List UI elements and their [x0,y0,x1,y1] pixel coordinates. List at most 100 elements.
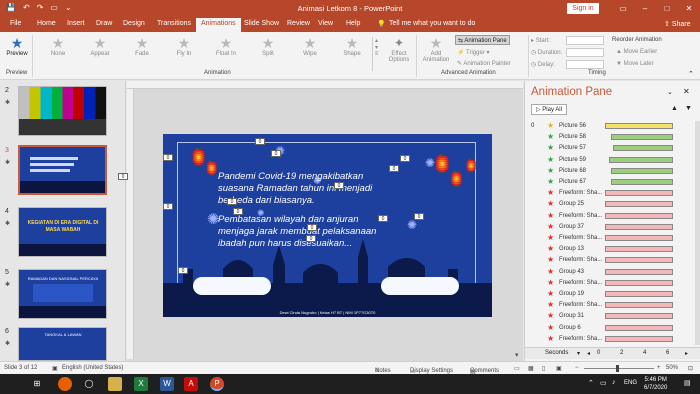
tab-design[interactable]: Design [123,20,145,27]
sign-in-button[interactable]: Sign in [567,3,599,14]
animation-tag[interactable]: 0 [163,154,173,161]
effect-split-button[interactable]: ★ Split [248,35,288,57]
effect-wipe-button[interactable]: ★ Wipe [290,35,330,57]
animation-tag[interactable]: 0 [414,213,424,220]
animation-list-item[interactable]: ★ Picture 58 [527,132,695,143]
animation-tag[interactable]: 0 [233,208,243,215]
pane-scrollbar[interactable] [695,121,700,345]
pane-close-icon[interactable]: ✕ [683,87,690,96]
animation-list-item[interactable]: ★ Freeform: Sha... [527,278,695,289]
tab-review[interactable]: Review [287,20,310,27]
animation-list-item[interactable]: ★ Freeform: Sha... [527,334,695,345]
zoom-out-icon[interactable]: − [575,365,579,371]
animation-list-item[interactable]: 0 ★ Picture 56 [527,121,695,132]
word-icon[interactable]: W [160,377,174,391]
duration-input[interactable] [566,48,604,57]
tab-transitions[interactable]: Transitions [157,20,191,27]
timing-bar[interactable] [605,212,673,219]
tab-animations[interactable]: Animations [196,18,241,32]
move-down-icon[interactable]: ▼ [685,105,692,112]
excel-icon[interactable]: X [134,377,148,391]
volume-icon[interactable]: ♪ [612,379,616,386]
timing-bar[interactable] [611,179,673,185]
slide-thumbnail[interactable]: KEGIATAN DI ERA DIGITAL DI MASA WABAH [18,207,107,257]
animation-tag[interactable]: 0 [163,203,173,210]
start-select[interactable] [566,36,604,45]
share-button[interactable]: ⇧ Share [664,20,691,28]
timing-bar[interactable] [605,335,673,342]
animation-tag[interactable]: 0 [227,198,237,205]
collapse-ribbon-icon[interactable]: ⌃ [688,70,694,78]
move-up-icon[interactable]: ▲ [671,105,678,112]
timing-bar[interactable] [605,257,673,264]
effect-options-button[interactable]: ✦ Effect Options [384,35,414,63]
firefox-icon[interactable] [58,377,72,391]
animation-tag[interactable]: 0 [306,235,316,242]
tab-slide-show[interactable]: Slide Show [244,20,279,27]
acrobat-icon[interactable]: A [184,377,198,391]
timing-bar[interactable] [611,134,673,141]
animation-list-item[interactable]: ★ Group 6 [527,323,695,334]
timing-bar[interactable] [605,190,673,197]
timing-bar[interactable] [613,145,673,152]
current-slide[interactable]: 🏮 🏮 🏮 🏮 🏮 ✺ ✺ ✺ ✺ ✺ ✺ Dewi Cinda Nugroho… [163,134,492,317]
effect-fade-button[interactable]: ★ Fade [122,35,162,57]
timing-bar[interactable] [605,246,673,253]
timing-bar[interactable] [605,279,673,286]
animation-tag[interactable]: 0 [307,224,317,231]
animation-painter-button[interactable]: ✎ Animation Painter [457,60,511,67]
animation-tag[interactable]: 0 [118,173,128,180]
timing-bar[interactable] [605,268,673,275]
effect-none-button[interactable]: ★ None [38,35,78,57]
pane-options-icon[interactable]: ⌄ [667,88,673,96]
animation-tag[interactable]: 0 [400,155,410,162]
move-later-button[interactable]: ▼ Move Later [616,61,654,67]
slide-sorter-icon[interactable]: ▦ [528,365,534,372]
animation-list-item[interactable]: ★ Freeform: Sha... [527,255,695,266]
add-animation-button[interactable]: ★ Add Animation [420,35,452,63]
slide-thumbnail[interactable] [18,86,107,136]
animation-list-item[interactable]: ★ Picture 67 [527,177,695,188]
tab-file[interactable]: File [10,20,21,27]
effect-float-in-button[interactable]: ★ Float In [206,35,246,57]
reading-view-icon[interactable]: ▯ [542,365,545,372]
minimize-button[interactable]: – [634,0,656,17]
effect-shape-button[interactable]: ★ Shape [332,35,372,57]
animation-list-item[interactable]: ★ Picture 68 [527,166,695,177]
taskbar-clock[interactable]: 5:46 PM 6/7/2020 [644,376,667,392]
animation-list-item[interactable]: ★ Picture 59 [527,155,695,166]
tab-home[interactable]: Home [37,20,56,27]
maximize-button[interactable]: □ [656,0,678,17]
animation-tag[interactable]: 0 [334,182,344,189]
play-all-button[interactable]: ▷ Play All [531,104,567,115]
close-button[interactable]: ✕ [678,0,700,17]
ribbon-display-icon[interactable]: ▭ [612,0,634,17]
zoom-slider-thumb[interactable] [616,365,619,372]
animation-list-item[interactable]: ★ Picture 57 [527,143,695,154]
delay-input[interactable] [566,60,604,69]
animation-tag[interactable]: 0 [178,267,188,274]
gallery-scroll[interactable]: ▴ ▾ ≡ [372,37,380,71]
language-label[interactable]: English (United States) [62,365,123,371]
animation-tag[interactable]: 0 [389,165,399,172]
animation-list-item[interactable]: ★ Group 37 [527,222,695,233]
timing-bar[interactable] [605,324,673,331]
animation-list-item[interactable]: ★ Freeform: Sha... [527,188,695,199]
trigger-button[interactable]: ⚡ Trigger ▾ [457,49,490,56]
animation-pane-toggle[interactable]: ⇆ Animation Pane [455,35,510,45]
tab-insert[interactable]: Insert [67,20,85,27]
effect-appear-button[interactable]: ★ Appear [80,35,120,57]
timing-bar[interactable] [611,167,673,174]
animation-list-item[interactable]: ★ Group 31 [527,311,695,322]
timing-bar[interactable] [605,201,673,208]
spellcheck-icon[interactable]: ▣ [52,365,58,372]
animation-tag[interactable]: 0 [378,215,388,222]
timing-bar[interactable] [605,291,673,297]
effect-fly-in-button[interactable]: ★ Fly In [164,35,204,57]
animation-list-item[interactable]: ★ Group 43 [527,267,695,278]
timing-bar[interactable] [605,302,673,309]
zoom-slider[interactable] [584,368,654,369]
normal-view-icon[interactable]: ▭ [514,365,520,372]
system-tray-chevron-icon[interactable]: ⌃ [588,379,594,387]
zoom-in-icon[interactable]: + [657,365,661,371]
